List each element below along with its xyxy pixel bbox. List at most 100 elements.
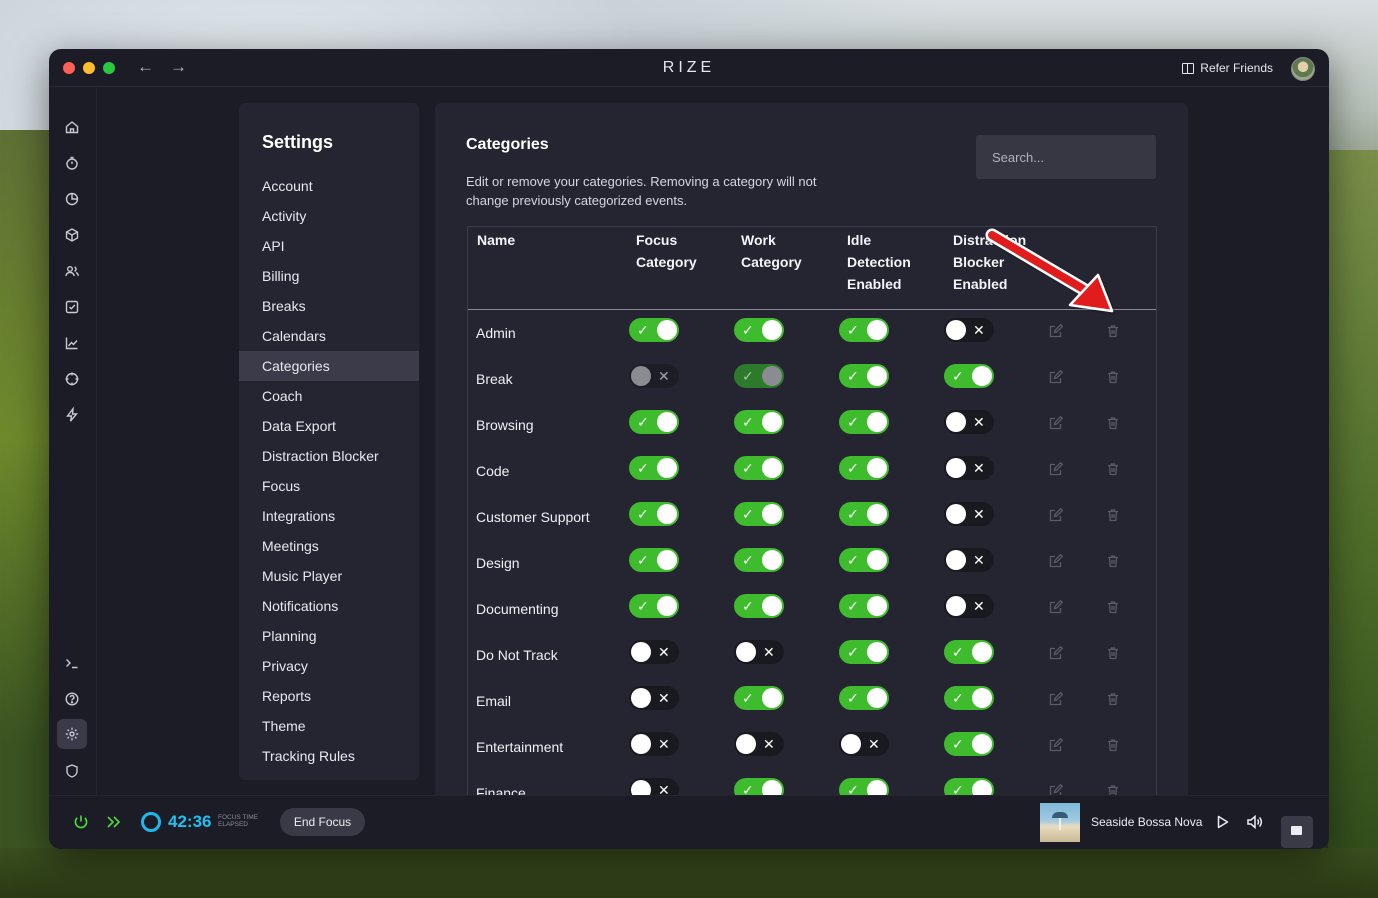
distraction-toggle[interactable]: ✕ (944, 456, 994, 480)
shield-icon[interactable] (64, 763, 80, 779)
work-toggle[interactable]: ✓ (734, 686, 784, 710)
idle-toggle[interactable]: ✓ (839, 548, 889, 572)
edit-icon[interactable] (1048, 599, 1064, 615)
focus-toggle[interactable]: ✕ (629, 778, 679, 795)
settings-item-focus[interactable]: Focus (239, 471, 419, 501)
idle-toggle[interactable]: ✓ (839, 410, 889, 434)
volume-icon[interactable] (1246, 814, 1264, 830)
trash-icon[interactable] (1105, 737, 1121, 753)
power-icon[interactable] (72, 813, 90, 831)
trash-icon[interactable] (1105, 369, 1121, 385)
idle-toggle[interactable]: ✓ (839, 778, 889, 795)
pie-chart-icon[interactable] (64, 191, 80, 207)
edit-icon[interactable] (1048, 415, 1064, 431)
work-toggle[interactable]: ✓ (734, 502, 784, 526)
skip-forward-icon[interactable] (105, 813, 123, 831)
settings-item-notifications[interactable]: Notifications (239, 591, 419, 621)
distraction-toggle[interactable]: ✓ (944, 686, 994, 710)
focus-toggle[interactable]: ✕ (629, 686, 679, 710)
avatar[interactable] (1291, 57, 1315, 81)
idle-toggle[interactable]: ✓ (839, 594, 889, 618)
trash-icon[interactable] (1105, 553, 1121, 569)
settings-item-activity[interactable]: Activity (239, 201, 419, 231)
settings-item-privacy[interactable]: Privacy (239, 651, 419, 681)
settings-item-music-player[interactable]: Music Player (239, 561, 419, 591)
idle-toggle[interactable]: ✓ (839, 502, 889, 526)
work-toggle[interactable]: ✓ (734, 778, 784, 795)
idle-toggle[interactable]: ✓ (839, 640, 889, 664)
trash-icon[interactable] (1105, 415, 1121, 431)
settings-item-reports[interactable]: Reports (239, 681, 419, 711)
trash-icon[interactable] (1105, 783, 1121, 795)
refer-friends-button[interactable]: Refer Friends (1182, 61, 1273, 75)
distraction-toggle[interactable]: ✓ (944, 778, 994, 795)
work-toggle[interactable]: ✕ (734, 640, 784, 664)
settings-item-planning[interactable]: Planning (239, 621, 419, 651)
help-icon[interactable] (64, 691, 80, 707)
settings-item-theme[interactable]: Theme (239, 711, 419, 741)
focus-toggle[interactable]: ✓ (629, 548, 679, 572)
focus-toggle[interactable]: ✓ (629, 456, 679, 480)
settings-item-distraction-blocker[interactable]: Distraction Blocker (239, 441, 419, 471)
focus-toggle[interactable]: ✓ (629, 410, 679, 434)
distraction-toggle[interactable]: ✓ (944, 364, 994, 388)
settings-item-meetings[interactable]: Meetings (239, 531, 419, 561)
edit-icon[interactable] (1048, 369, 1064, 385)
edit-icon[interactable] (1048, 507, 1064, 523)
settings-item-billing[interactable]: Billing (239, 261, 419, 291)
distraction-toggle[interactable]: ✕ (944, 502, 994, 526)
idle-toggle[interactable]: ✓ (839, 318, 889, 342)
settings-item-api[interactable]: API (239, 231, 419, 261)
edit-icon[interactable] (1048, 323, 1064, 339)
settings-item-integrations[interactable]: Integrations (239, 501, 419, 531)
focus-toggle[interactable]: ✓ (629, 318, 679, 342)
gear-icon[interactable] (64, 726, 80, 742)
settings-item-coach[interactable]: Coach (239, 381, 419, 411)
settings-item-breaks[interactable]: Breaks (239, 291, 419, 321)
settings-item-data-export[interactable]: Data Export (239, 411, 419, 441)
trash-icon[interactable] (1105, 599, 1121, 615)
idle-toggle[interactable]: ✓ (839, 364, 889, 388)
work-toggle[interactable]: ✓ (734, 594, 784, 618)
edit-icon[interactable] (1048, 645, 1064, 661)
idle-toggle[interactable]: ✕ (839, 732, 889, 756)
work-toggle[interactable]: ✓ (734, 364, 784, 388)
timer-icon[interactable] (64, 155, 80, 171)
end-focus-button[interactable]: End Focus (280, 808, 365, 836)
checkbox-icon[interactable] (64, 299, 80, 315)
cube-icon[interactable] (64, 227, 80, 243)
trash-icon[interactable] (1105, 507, 1121, 523)
play-icon[interactable] (1214, 814, 1230, 830)
distraction-toggle[interactable]: ✓ (944, 640, 994, 664)
focus-toggle[interactable]: ✕ (629, 640, 679, 664)
trash-icon[interactable] (1105, 323, 1121, 339)
focus-toggle[interactable]: ✓ (629, 502, 679, 526)
trash-icon[interactable] (1105, 691, 1121, 707)
idle-toggle[interactable]: ✓ (839, 456, 889, 480)
distraction-toggle[interactable]: ✕ (944, 318, 994, 342)
users-icon[interactable] (64, 263, 80, 279)
work-toggle[interactable]: ✓ (734, 410, 784, 434)
bolt-icon[interactable] (64, 406, 80, 423)
idle-toggle[interactable]: ✓ (839, 686, 889, 710)
edit-icon[interactable] (1048, 691, 1064, 707)
distraction-toggle[interactable]: ✓ (944, 732, 994, 756)
settings-item-tracking-rules[interactable]: Tracking Rules (239, 741, 419, 771)
chat-icon[interactable] (1281, 816, 1313, 848)
settings-item-account[interactable]: Account (239, 171, 419, 201)
edit-icon[interactable] (1048, 737, 1064, 753)
work-toggle[interactable]: ✓ (734, 456, 784, 480)
home-icon[interactable] (64, 119, 80, 135)
edit-icon[interactable] (1048, 783, 1064, 795)
edit-icon[interactable] (1048, 553, 1064, 569)
work-toggle[interactable]: ✓ (734, 318, 784, 342)
focus-toggle[interactable]: ✕ (629, 732, 679, 756)
search-input[interactable] (976, 135, 1156, 179)
distraction-toggle[interactable]: ✕ (944, 410, 994, 434)
focus-toggle[interactable]: ✓ (629, 594, 679, 618)
edit-icon[interactable] (1048, 461, 1064, 477)
line-chart-icon[interactable] (64, 335, 80, 351)
focus-toggle[interactable]: ✕ (629, 364, 679, 388)
settings-item-calendars[interactable]: Calendars (239, 321, 419, 351)
distraction-toggle[interactable]: ✕ (944, 594, 994, 618)
